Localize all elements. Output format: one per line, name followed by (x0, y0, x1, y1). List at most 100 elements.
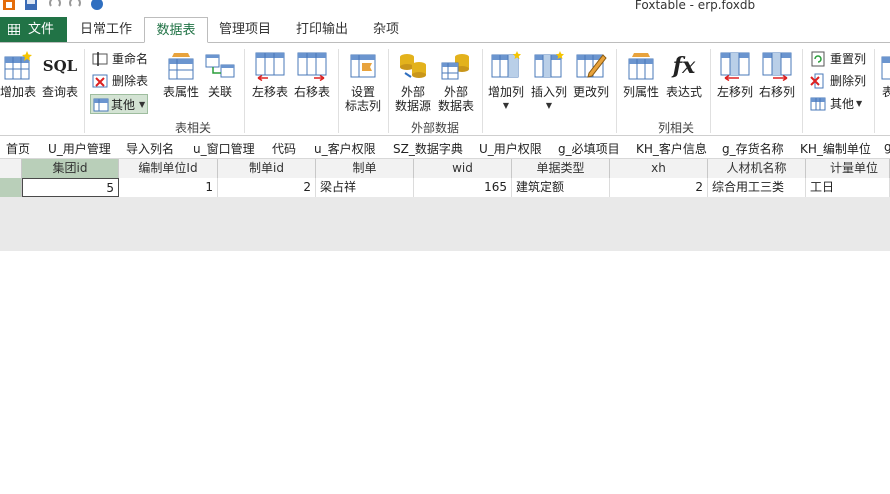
table-tab[interactable]: SZ_数据字典 (393, 140, 463, 157)
grid-cell[interactable]: 梁占祥 (316, 178, 414, 197)
query-table-button[interactable]: SQL 查询表 (40, 51, 80, 99)
column-header[interactable]: wid (414, 159, 512, 178)
add-column-label: 增加列 (487, 85, 524, 99)
grid-corner[interactable] (0, 159, 22, 178)
external-group-label: 外部数据 (410, 121, 459, 135)
table-tab[interactable]: 代码 (272, 140, 296, 157)
grid-cell[interactable]: 建筑定额 (512, 178, 610, 197)
table-relation-icon (205, 54, 235, 78)
cut-off-table-label: 表 (881, 85, 890, 99)
move-table-left-button[interactable]: 左移表 (250, 51, 290, 99)
database-icon (400, 54, 426, 78)
move-column-right-button[interactable]: 右移列 (756, 51, 798, 99)
rename-label: 重命名 (112, 52, 149, 66)
tab-misc[interactable]: 杂项 (362, 17, 410, 43)
delete-column-icon (810, 73, 824, 89)
foxtable-window: Foxtable - erp.foxdb 文件 日常工作 数据表 管理项目 打印… (0, 0, 890, 494)
reset-column-icon (811, 51, 825, 67)
table-row: 5 1 2 梁占祥 165 建筑定额 2 综合用工三类 工日 (0, 178, 890, 197)
grid-cell[interactable]: 2 (610, 178, 708, 197)
grid-cell[interactable]: 1 (119, 178, 218, 197)
column-header[interactable]: 制单id (218, 159, 316, 178)
grid-cell[interactable]: 工日 (806, 178, 890, 197)
tab-print-output[interactable]: 打印输出 (284, 17, 360, 43)
tab-data-table[interactable]: 数据表 (144, 17, 208, 43)
column-other-dropdown[interactable]: 其他 ▼ (810, 94, 872, 114)
set-flag-column-label-2: 标志列 (344, 99, 381, 113)
column-header[interactable]: 计量单位 (806, 159, 890, 178)
table-other-icon (93, 98, 109, 112)
column-header[interactable]: 编制单位Id (119, 159, 218, 178)
rename-button[interactable]: 重命名 (92, 49, 152, 69)
table-tab[interactable]: KH_编制单位 (800, 140, 871, 157)
table-tab[interactable]: g_存货名称 (722, 140, 784, 157)
save-icon[interactable] (24, 0, 38, 10)
table-tab[interactable]: 导入列名 (126, 140, 174, 157)
empty-workspace (0, 251, 890, 494)
grid-cell[interactable]: 5 (22, 178, 119, 197)
move-column-right-label: 右移列 (758, 85, 795, 99)
table-tab[interactable]: u_窗口管理 (193, 140, 255, 157)
tab-manage-project[interactable]: 管理项目 (210, 17, 280, 43)
move-table-right-label: 右移表 (293, 85, 330, 99)
column-header[interactable]: 人材机名称 (708, 159, 806, 178)
set-flag-column-label-1: 设置 (350, 85, 375, 99)
table-tab[interactable]: U_用户管理 (48, 140, 111, 157)
cut-off-table-button[interactable]: 表 (878, 51, 890, 99)
help-icon[interactable] (90, 0, 104, 10)
grid-cell[interactable]: 综合用工三类 (708, 178, 806, 197)
column-header[interactable]: 制单 (316, 159, 414, 178)
row-header[interactable] (0, 178, 22, 197)
table-other-dropdown[interactable]: 其他 ▼ (90, 94, 148, 114)
sql-icon: SQL (42, 57, 78, 75)
reset-column-button[interactable]: 重置列 (810, 49, 872, 69)
delete-column-label: 删除列 (830, 74, 867, 88)
table-tab[interactable]: g (884, 140, 890, 154)
expression-button[interactable]: fx 表达式 (662, 51, 706, 99)
set-flag-column-button[interactable]: 设置 标志列 (342, 51, 384, 113)
column-header[interactable]: xh (610, 159, 708, 178)
delete-column-button[interactable]: 删除列 (810, 71, 872, 91)
table-tab[interactable]: U_用户权限 (479, 140, 542, 157)
column-group-label: 列相关 (657, 121, 694, 135)
window-title: Foxtable - erp.foxdb (634, 0, 756, 12)
tab-daily-work[interactable]: 日常工作 (70, 17, 142, 43)
tab-file[interactable]: 文件 (0, 17, 67, 43)
add-column-button[interactable]: 增加列 ▼ (486, 51, 526, 113)
reset-column-label: 重置列 (830, 52, 867, 66)
redo-icon[interactable] (68, 0, 82, 10)
delete-table-label: 删除表 (112, 74, 149, 88)
link-label: 关联 (207, 85, 232, 99)
delete-table-icon (92, 74, 108, 88)
column-header[interactable]: 集团id (22, 159, 119, 178)
add-table-button[interactable]: 增加表 (0, 51, 38, 99)
table-properties-button[interactable]: 表属性 (160, 51, 202, 99)
table-icon (881, 56, 890, 80)
insert-column-label: 插入列 (530, 85, 567, 99)
grid-cell[interactable]: 165 (414, 178, 512, 197)
link-button[interactable]: 关联 (202, 51, 238, 99)
external-source-button[interactable]: 外部 数据源 (392, 51, 434, 113)
column-properties-button[interactable]: 列属性 (620, 51, 662, 99)
column-other-icon (810, 97, 826, 111)
table-properties-label: 表属性 (162, 85, 199, 99)
table-tab[interactable]: u_客户权限 (314, 140, 376, 157)
fx-icon: fx (672, 53, 696, 79)
delete-table-button[interactable]: 删除表 (92, 71, 152, 91)
move-column-left-button[interactable]: 左移列 (714, 51, 756, 99)
table-tab[interactable]: g_必填项目 (558, 140, 620, 157)
change-column-button[interactable]: 更改列 (570, 51, 612, 99)
insert-column-button[interactable]: 插入列 ▼ (528, 51, 570, 113)
grid-cell[interactable]: 2 (218, 178, 316, 197)
table-tab[interactable]: KH_客户信息 (636, 140, 707, 157)
app-logo-icon (3, 0, 15, 10)
tab-file-label: 文件 (28, 22, 55, 37)
move-table-right-button[interactable]: 右移表 (292, 51, 332, 99)
external-table-button[interactable]: 外部 数据表 (434, 51, 478, 113)
add-column-icon (491, 51, 521, 78)
undo-icon[interactable] (48, 0, 62, 10)
chevron-down-icon: ▼ (502, 101, 510, 110)
rename-icon (92, 52, 108, 66)
column-header[interactable]: 单据类型 (512, 159, 610, 178)
table-tab-home[interactable]: 首页 (6, 140, 30, 157)
